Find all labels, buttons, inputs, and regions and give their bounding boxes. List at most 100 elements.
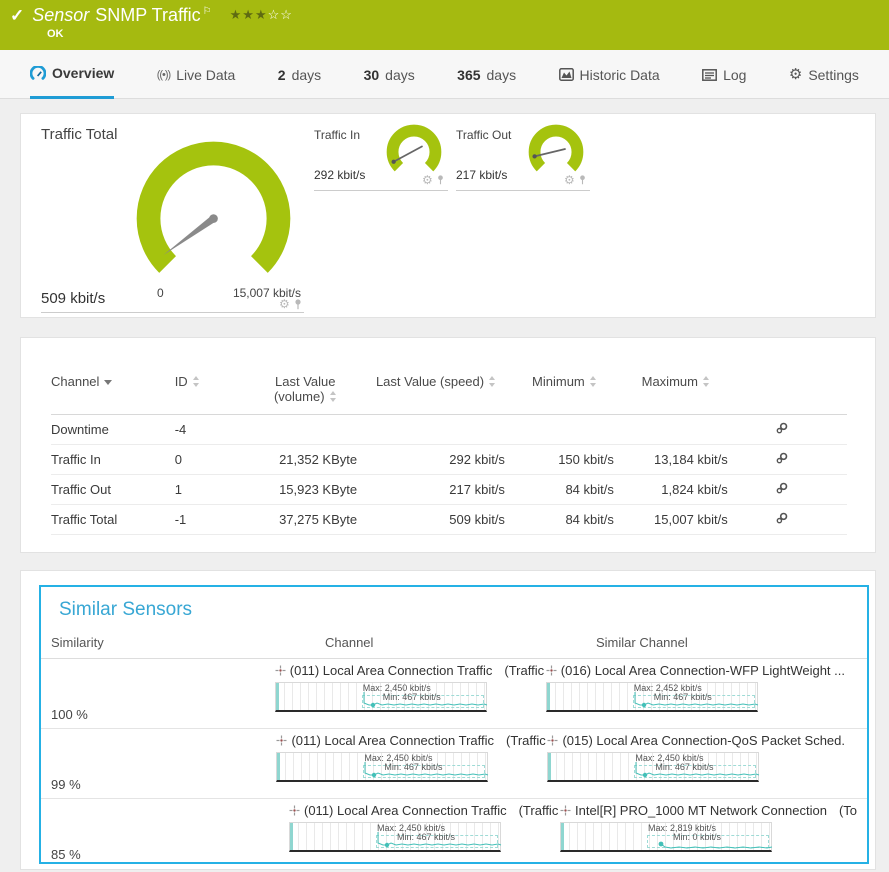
table-row: Traffic Total -1 37,275 KByte 509 kbit/s…: [51, 505, 847, 535]
stars-empty: ☆☆: [268, 7, 293, 22]
tab-bar: Overview ((•)) Live Data 2 days 30 days …: [0, 50, 889, 99]
channel-speed: 292 kbit/s: [367, 445, 515, 475]
col-header-minimum[interactable]: Minimum: [515, 370, 624, 415]
channel-max: 15,007 kbit/s: [624, 505, 738, 535]
channel-id: 1: [175, 475, 254, 505]
channel-name: Traffic In: [51, 445, 175, 475]
channel-name: (016) Local Area Connection-WFP LightWei…: [561, 663, 845, 678]
similar-channel-minigraph[interactable]: Max: 2,450 kbit/s Min: 467 kbit/s: [547, 752, 759, 782]
gauge-icon: [30, 66, 46, 81]
channel-volume: 21,352 KByte: [253, 445, 367, 475]
channel-settings-icon[interactable]: [776, 512, 788, 524]
similar-channel-link[interactable]: (015) Local Area Connection-QoS Packet S…: [547, 733, 857, 748]
crosshair-icon: [275, 665, 286, 676]
channel-settings-icon[interactable]: [776, 422, 788, 434]
gauge-in-label: Traffic In: [314, 128, 360, 142]
col-header-similar-channel: Similar Channel: [596, 635, 857, 650]
channel-minigraph[interactable]: Max: 2,450 kbit/s Min: 467 kbit/s: [275, 682, 487, 712]
tab-label: days: [385, 67, 415, 83]
channel-name: (015) Local Area Connection-QoS Packet S…: [562, 733, 845, 748]
tab-label: Overview: [52, 65, 114, 81]
similar-header-row: Similarity Channel Similar Channel: [41, 635, 867, 659]
tab-log[interactable]: Log: [702, 50, 746, 99]
channel-minigraph[interactable]: Max: 2,450 kbit/s Min: 467 kbit/s: [276, 752, 488, 782]
col-header-channel: Channel: [325, 635, 596, 650]
channel-minigraph[interactable]: Max: 2,450 kbit/s Min: 467 kbit/s: [289, 822, 501, 852]
channel-qualifier: (To: [839, 803, 857, 818]
channel-max: 1,824 kbit/s: [624, 475, 738, 505]
similar-channel-link[interactable]: Intel[R] PRO_1000 MT Network Connection …: [560, 803, 857, 818]
tab-30-days[interactable]: 30 days: [364, 50, 415, 99]
tab-label: Historic Data: [580, 67, 660, 83]
tab-365-days[interactable]: 365 days: [457, 50, 516, 99]
gauge-out-label: Traffic Out: [456, 128, 511, 142]
crosshair-icon: [546, 665, 557, 676]
channel-link[interactable]: (011) Local Area Connection Traffic (Tra…: [275, 663, 546, 678]
stars-filled: ★★★: [230, 7, 268, 22]
crosshair-icon: [276, 735, 287, 746]
channel-qualifier: (Traffic To: [506, 733, 547, 748]
channel-volume: 15,923 KByte: [253, 475, 367, 505]
col-header-similarity: Similarity: [51, 635, 325, 650]
log-icon: [702, 69, 717, 81]
channel-link[interactable]: (011) Local Area Connection Traffic (Tra…: [289, 803, 560, 818]
channel-name: (011) Local Area Connection Traffic: [291, 733, 494, 748]
col-header-channel[interactable]: Channel: [51, 370, 175, 415]
col-header-last-value-volume[interactable]: Last Value (volume): [253, 370, 367, 415]
traffic-in-gauge-cell: Traffic In 292 kbit/s ⚙: [314, 122, 448, 190]
traffic-out-gauge-cell: Traffic Out 217 kbit/s ⚙: [456, 122, 590, 190]
sort-icon: [489, 376, 496, 387]
tab-label: days: [487, 67, 517, 83]
channel-speed: 217 kbit/s: [367, 475, 515, 505]
channel-settings-icon[interactable]: [776, 482, 788, 494]
channel-name: Intel[R] PRO_1000 MT Network Connection: [575, 803, 827, 818]
similar-channel-minigraph[interactable]: Max: 2,819 kbit/s Min: 0 kbit/s: [560, 822, 772, 852]
gauge-main-label: Traffic Total: [41, 126, 117, 143]
graph-min-label: Min: 0 kbit/s: [625, 833, 769, 843]
similarity-value: 100 %: [51, 663, 275, 728]
table-header-row: Channel ID Last Value (volume) Last Valu…: [51, 370, 847, 415]
similar-channel-link[interactable]: (016) Local Area Connection-WFP LightWei…: [546, 663, 857, 678]
channel-volume: [253, 415, 367, 445]
gauges-panel: Traffic Total 0 15,007 kbit/s 509 kbit/s…: [20, 113, 876, 318]
live-data-icon: ((•)): [157, 69, 171, 81]
col-header-maximum[interactable]: Maximum: [624, 370, 738, 415]
tab-number: 2: [278, 67, 286, 83]
graph-min-label: Min: 467 kbit/s: [611, 693, 755, 703]
gauge-underline: [314, 162, 448, 191]
table-row: Traffic Out 1 15,923 KByte 217 kbit/s 84…: [51, 475, 847, 505]
channel-min: [515, 415, 624, 445]
channel-name: Traffic Total: [51, 505, 175, 535]
similarity-value: 99 %: [51, 733, 276, 798]
sort-icon: [703, 376, 710, 387]
col-header-id[interactable]: ID: [175, 370, 254, 415]
tab-label: Settings: [808, 67, 859, 83]
sort-desc-icon: [104, 380, 112, 385]
channel-max: 13,184 kbit/s: [624, 445, 738, 475]
similar-sensors-panel: Similar Sensors Similarity Channel Simil…: [20, 570, 876, 870]
flag-icon[interactable]: ⚐: [203, 6, 212, 17]
channel-volume: 37,275 KByte: [253, 505, 367, 535]
col-header-last-value-speed[interactable]: Last Value (speed): [367, 370, 515, 415]
tab-historic-data[interactable]: Historic Data: [559, 50, 660, 99]
sensor-header: ✓ Sensor SNMP Traffic ⚐ ★★★☆☆ OK: [0, 0, 889, 50]
tab-settings[interactable]: ⚙ Settings: [789, 50, 859, 99]
channel-min: 150 kbit/s: [515, 445, 624, 475]
channel-table: Channel ID Last Value (volume) Last Valu…: [51, 370, 847, 535]
tab-live-data[interactable]: ((•)) Live Data: [157, 50, 236, 99]
tab-overview[interactable]: Overview: [30, 50, 114, 99]
channel-settings-icon[interactable]: [776, 452, 788, 464]
sensor-overview-page: ✓ Sensor SNMP Traffic ⚐ ★★★☆☆ OK Overvie…: [0, 0, 889, 872]
similarity-value: 85 %: [51, 803, 289, 868]
channel-qualifier: (Traffic To: [504, 663, 545, 678]
similar-row: 85 % (011) Local Area Connection Traffic…: [41, 799, 867, 868]
graph-min-label: Min: 467 kbit/s: [341, 763, 485, 773]
tab-2-days[interactable]: 2 days: [278, 50, 321, 99]
graph-min-label: Min: 467 kbit/s: [612, 763, 756, 773]
channel-name: (011) Local Area Connection Traffic: [304, 803, 507, 818]
channel-qualifier: (Traffic To: [519, 803, 560, 818]
channel-link[interactable]: (011) Local Area Connection Traffic (Tra…: [276, 733, 547, 748]
similar-channel-minigraph[interactable]: Max: 2,452 kbit/s Min: 467 kbit/s: [546, 682, 758, 712]
status-check-icon: ✓: [10, 6, 24, 26]
priority-stars[interactable]: ★★★☆☆: [230, 7, 293, 23]
